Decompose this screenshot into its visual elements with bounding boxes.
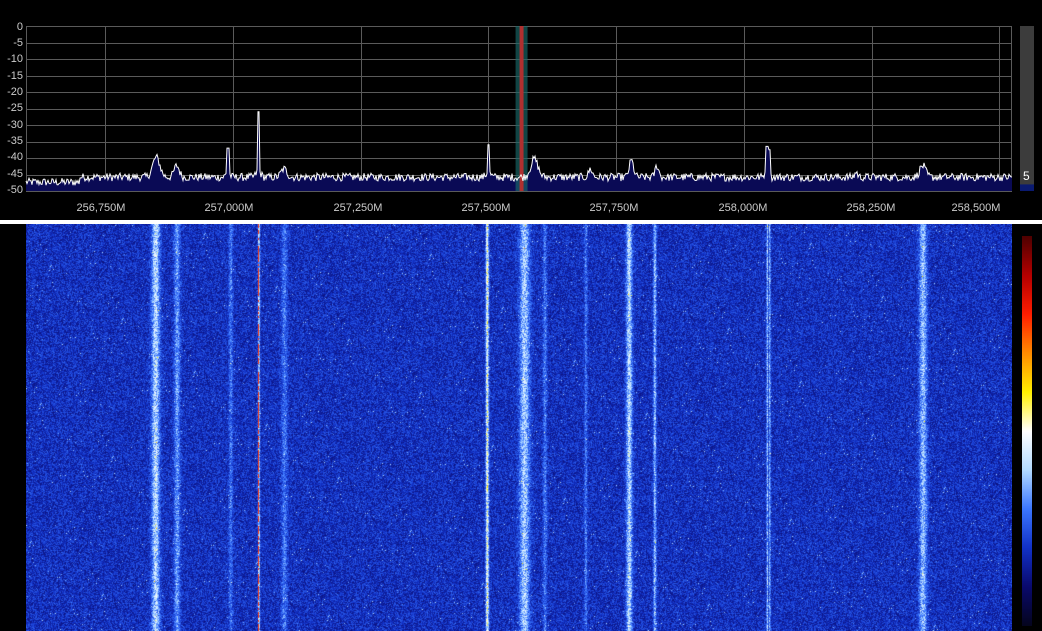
x-tick-label: 258,000M (719, 202, 768, 214)
waterfall-panel[interactable] (0, 224, 1042, 631)
y-tick-label: -45 (7, 168, 23, 180)
y-tick-label: -20 (7, 86, 23, 98)
y-tick-label: -50 (7, 184, 23, 196)
gain-slider-fill (1020, 184, 1034, 191)
x-tick-label: 257,500M (462, 202, 511, 214)
x-tick-label: 257,250M (334, 202, 383, 214)
waterfall-display[interactable] (26, 224, 1012, 631)
gain-slider-track[interactable] (1020, 26, 1034, 191)
x-tick-label: 256,750M (77, 202, 126, 214)
y-tick-label: 0 (17, 21, 23, 33)
spectrum-analyzer-panel[interactable]: 0 -5 -10 -15 -20 -25 -30 -35 -40 -45 -50… (0, 0, 1042, 220)
y-tick-label: -30 (7, 119, 23, 131)
y-tick-label: -10 (7, 53, 23, 65)
tuned-frequency-marker[interactable] (519, 26, 524, 191)
x-tick-label: 257,750M (590, 202, 639, 214)
y-tick-label: -5 (13, 37, 23, 49)
y-tick-label: -25 (7, 102, 23, 114)
x-tick-label: 257,000M (205, 202, 254, 214)
x-tick-label: 258,250M (847, 202, 896, 214)
y-tick-label: -15 (7, 70, 23, 82)
gain-slider[interactable]: 5 (1020, 26, 1034, 191)
x-tick-label: 258,500M (952, 202, 1001, 214)
y-tick-label: -35 (7, 135, 23, 147)
y-tick-label: -40 (7, 151, 23, 163)
gain-value-label: 5 (1023, 169, 1030, 183)
waterfall-colorbar (1022, 236, 1032, 626)
